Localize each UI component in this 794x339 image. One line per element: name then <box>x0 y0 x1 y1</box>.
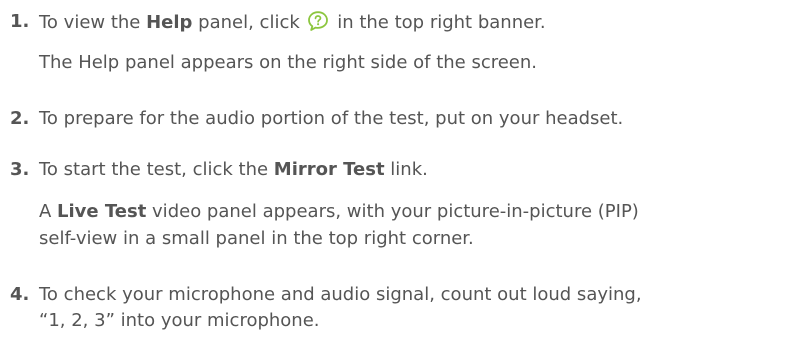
step-number: 2. <box>10 108 30 129</box>
step-note: A Live Test video panel appears, with yo… <box>39 201 639 222</box>
instruction-steps: 1. To view the Help panel, click in the … <box>0 0 794 339</box>
help-label: Help <box>146 12 193 33</box>
step-number: 4. <box>10 284 30 305</box>
step-text: To start the test, click the Mirror Test… <box>39 159 428 180</box>
step-note-continued: self-view in a small panel in the top ri… <box>39 228 474 249</box>
help-speech-bubble-icon <box>307 10 329 32</box>
mirror-test-label: Mirror Test <box>273 159 385 180</box>
live-test-label: Live Test <box>57 201 147 222</box>
step-number: 3. <box>10 159 30 180</box>
step-text: To view the Help panel, click in the top… <box>39 10 546 33</box>
step-text: To prepare for the audio portion of the … <box>39 108 624 129</box>
step-text: To check your microphone and audio signa… <box>39 284 642 305</box>
step-number: 1. <box>10 11 30 32</box>
step-note: The Help panel appears on the right side… <box>39 52 538 73</box>
step-text-continued: “1, 2, 3” into your microphone. <box>39 310 320 331</box>
